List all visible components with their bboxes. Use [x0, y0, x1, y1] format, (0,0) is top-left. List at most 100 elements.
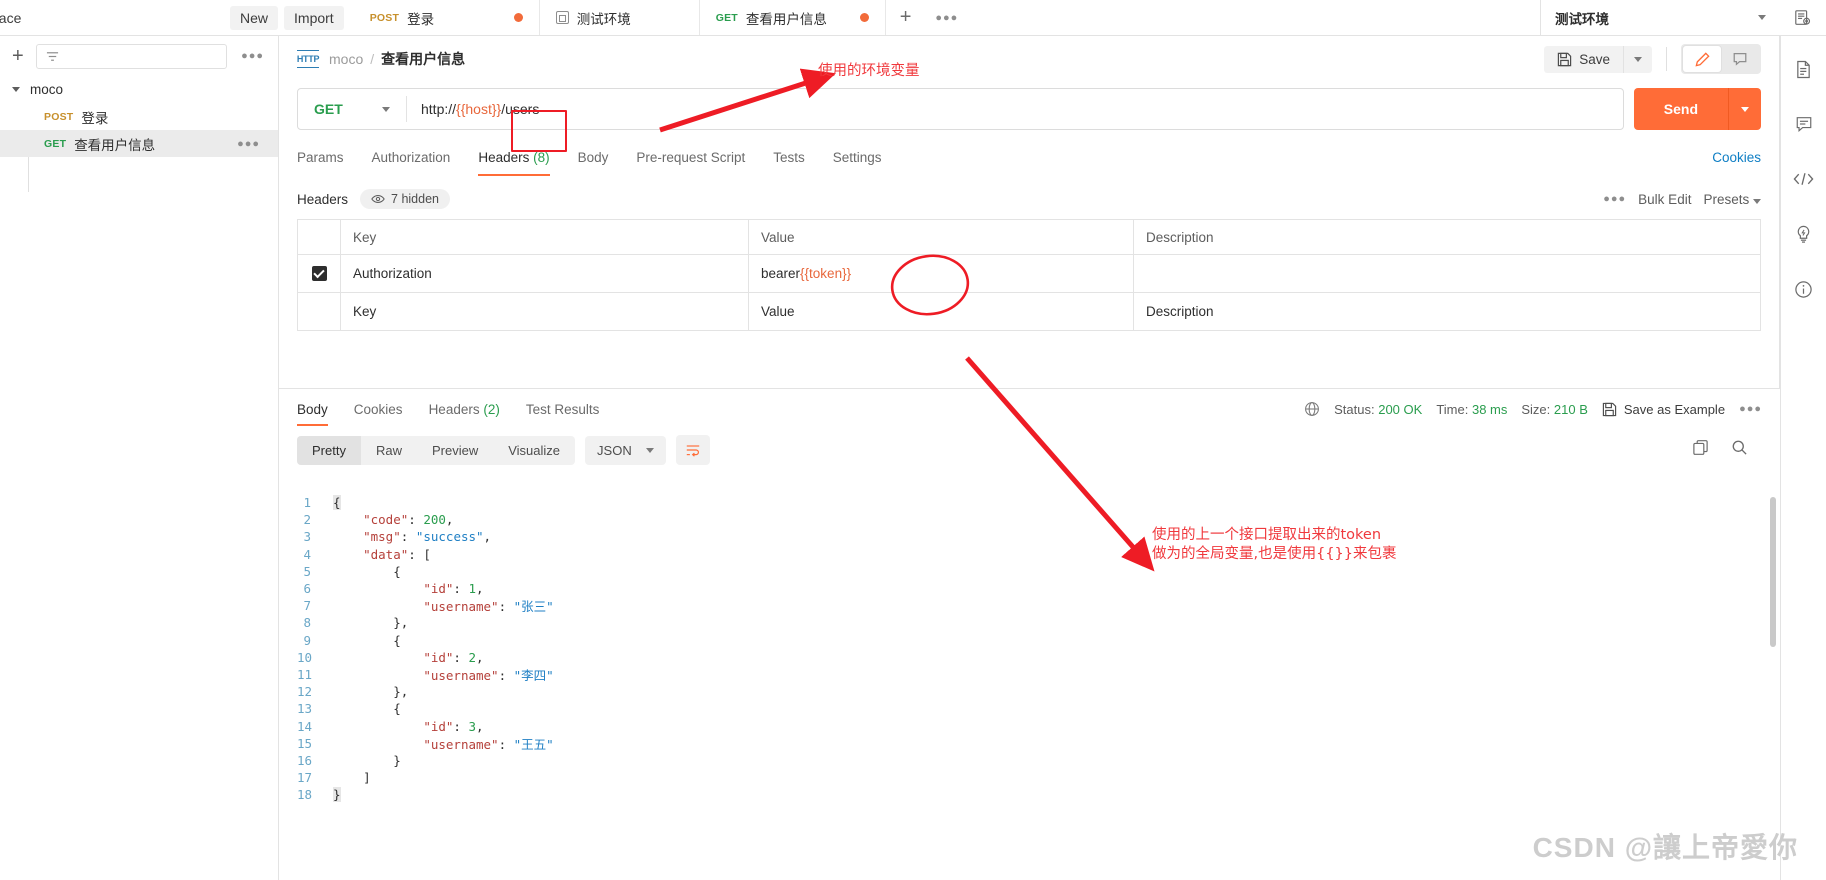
method-selector[interactable]: GET: [298, 101, 406, 117]
response-meta: Status: 200 OK Time: 38 ms Size: 210 B S…: [1304, 401, 1762, 417]
row-value-variable: {{token}}: [800, 266, 852, 281]
sidebar-request-more-button[interactable]: ●●●: [231, 138, 266, 150]
response-tab-cookies[interactable]: Cookies: [354, 392, 403, 426]
code-line: 4 "data": [: [297, 546, 1780, 563]
tab-overflow-menu[interactable]: ●●●: [925, 0, 968, 35]
response-tab-headers[interactable]: Headers (2): [429, 392, 500, 426]
view-mode-pretty[interactable]: Pretty: [297, 435, 361, 465]
tab-view-user-info-request[interactable]: GET 查看用户信息: [699, 0, 886, 35]
filter-icon: [46, 51, 58, 61]
documentation-icon[interactable]: [1791, 56, 1817, 82]
tab-pre-request-script[interactable]: Pre-request Script: [636, 144, 745, 171]
response-format-selector[interactable]: JSON: [585, 435, 666, 465]
code-token: "msg": [363, 529, 401, 545]
send-button[interactable]: Send: [1633, 88, 1728, 130]
save-as-example-button[interactable]: Save as Example: [1602, 402, 1725, 417]
comment-mode-button[interactable]: [1721, 46, 1759, 72]
code-line: 10 "id": 2,: [297, 649, 1780, 666]
response-size: Size: 210 B: [1521, 402, 1588, 417]
headers-toolbar: Headers 7 hidden ●●● Bulk Edit Presets: [279, 189, 1779, 209]
import-button[interactable]: Import: [284, 5, 344, 30]
url-bar: GET http://{{host}}/users: [297, 88, 1624, 130]
row-value-input[interactable]: Value: [749, 293, 1134, 330]
code-line: 14 "id": 3,: [297, 717, 1780, 734]
bulk-edit-button[interactable]: Bulk Edit: [1638, 192, 1691, 207]
tab-tests[interactable]: Tests: [773, 144, 805, 171]
response-tab-test-results[interactable]: Test Results: [526, 392, 600, 426]
table-row[interactable]: Authorization bearer {{token}}: [298, 255, 1760, 293]
tab-settings[interactable]: Settings: [833, 144, 882, 171]
presets-button[interactable]: Presets: [1703, 192, 1761, 207]
row-key-input[interactable]: Authorization: [341, 255, 749, 292]
wrap-lines-button[interactable]: [675, 435, 710, 465]
line-number: 10: [297, 649, 313, 665]
sidebar-request-view-user-info[interactable]: GET 查看用户信息 ●●●: [0, 130, 278, 157]
view-mode-preview[interactable]: Preview: [417, 436, 493, 465]
table-row-empty[interactable]: Key Value Description: [298, 293, 1760, 330]
row-checkbox[interactable]: [311, 266, 327, 281]
code-line: 13 {: [297, 700, 1780, 717]
response-body-lines: 1{2 "code": 200, 3 "msg": "success", 4 "da…: [279, 494, 1780, 803]
copy-icon: [1693, 440, 1708, 455]
new-import-group: New Import: [230, 0, 354, 35]
sidebar-request-login[interactable]: POST 登录: [0, 103, 278, 130]
tab-headers[interactable]: Headers (8): [478, 144, 550, 176]
new-button[interactable]: New: [230, 5, 279, 30]
cookies-link[interactable]: Cookies: [1712, 150, 1761, 165]
response-body-viewer[interactable]: 1{2 "code": 200, 3 "msg": "success", 4 "da…: [279, 494, 1780, 880]
code-token: "张三": [513, 599, 554, 615]
tab-login-request[interactable]: POST 登录: [353, 0, 540, 35]
row-description-input[interactable]: [1134, 255, 1760, 292]
view-mode-visualize[interactable]: Visualize: [493, 436, 575, 465]
breadcrumb-collection[interactable]: moco: [329, 51, 363, 67]
code-icon[interactable]: [1791, 166, 1817, 192]
line-number: 14: [297, 718, 313, 734]
copy-button[interactable]: [1686, 439, 1715, 461]
tab-label: Cookies: [353, 402, 403, 417]
breadcrumb-row: HTTP moco / 查看用户信息 Save: [279, 36, 1779, 82]
comment-icon: [1733, 53, 1747, 66]
view-mode-raw[interactable]: Raw: [361, 436, 417, 465]
search-button[interactable]: [1725, 439, 1754, 461]
response-tab-body[interactable]: Body: [297, 392, 328, 426]
tab-label: Headers: [478, 150, 530, 165]
response-more-button[interactable]: ●●●: [1739, 403, 1762, 415]
new-tab-button[interactable]: +: [886, 0, 926, 35]
globe-icon[interactable]: [1304, 401, 1320, 417]
hidden-headers-toggle[interactable]: 7 hidden: [360, 189, 450, 209]
environment-selector[interactable]: 测试环境: [1540, 0, 1780, 35]
comments-icon[interactable]: [1791, 111, 1817, 137]
sidebar-more-button[interactable]: ●●●: [235, 50, 270, 62]
top-tab-bar: space New Import POST 登录 测试环境 GET 查看用户信息: [0, 0, 1826, 36]
row-value-plain: bearer: [761, 266, 801, 281]
edit-mode-button[interactable]: [1683, 46, 1721, 72]
send-options-button[interactable]: [1728, 88, 1761, 130]
tab-authorization[interactable]: Authorization: [372, 144, 451, 171]
tab-body[interactable]: Body: [578, 144, 609, 171]
code-line-text: {: [333, 564, 401, 579]
code-token: :: [400, 529, 416, 545]
save-options-button[interactable]: [1623, 45, 1652, 73]
chevron-down-icon: [1634, 56, 1642, 62]
code-line-text: "id": 1,: [333, 581, 483, 597]
save-icon: [1558, 52, 1572, 66]
row-value-input[interactable]: bearer {{token}}: [749, 255, 1134, 292]
response-scrollbar[interactable]: [1770, 497, 1776, 647]
tab-params[interactable]: Params: [297, 144, 344, 171]
code-token: 1: [468, 581, 477, 597]
mock-bolt-icon[interactable]: [1791, 221, 1817, 247]
info-icon[interactable]: [1791, 276, 1817, 302]
line-number: 8: [303, 615, 311, 631]
environment-quick-look-button[interactable]: [1780, 0, 1826, 35]
hidden-headers-label: 7 hidden: [391, 192, 439, 206]
row-description-input[interactable]: Description: [1134, 293, 1760, 330]
sidebar-add-button[interactable]: +: [8, 45, 28, 68]
headers-more-button[interactable]: ●●●: [1603, 193, 1626, 205]
url-input[interactable]: http://{{host}}/users: [407, 101, 1623, 117]
sidebar-filter-input[interactable]: [35, 43, 228, 69]
save-button[interactable]: Save: [1544, 45, 1623, 73]
code-token: "username": [423, 736, 499, 752]
row-key-input[interactable]: Key: [341, 293, 749, 330]
tab-environment[interactable]: 测试环境: [539, 0, 700, 35]
sidebar-collection-moco[interactable]: moco: [0, 76, 278, 103]
